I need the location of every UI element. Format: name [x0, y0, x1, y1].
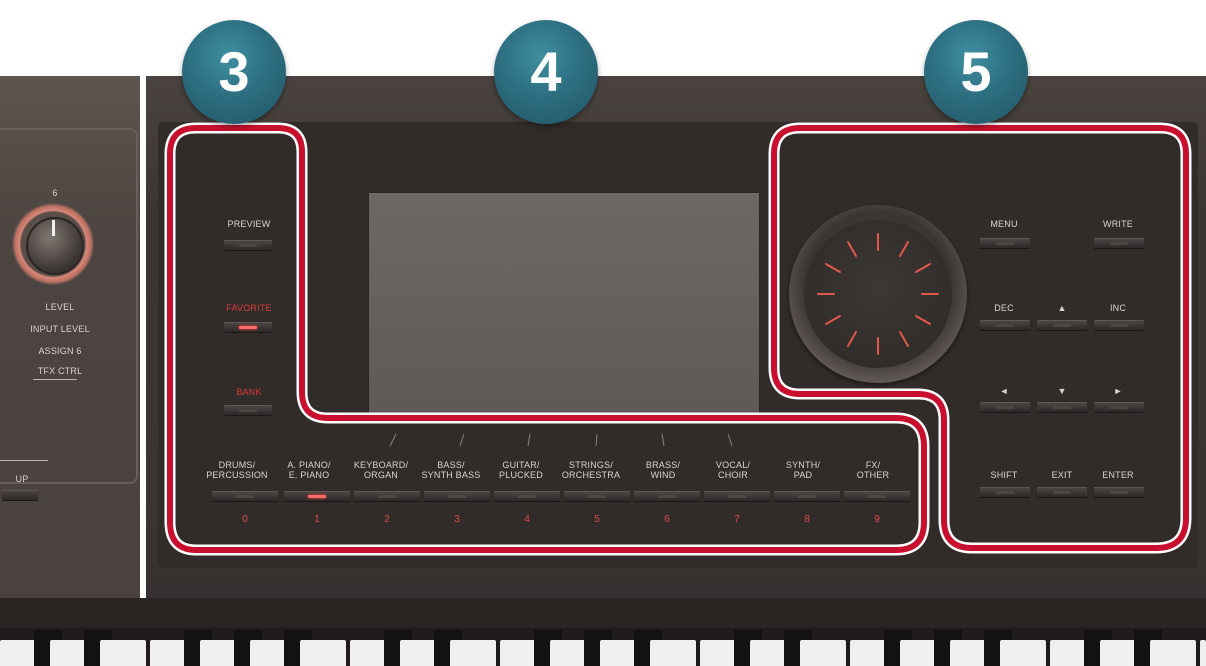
section-5-outline-red [771, 125, 1189, 551]
white-key[interactable] [300, 640, 346, 666]
callout-badge-5: 5 [924, 20, 1028, 124]
white-key[interactable] [450, 640, 496, 666]
white-key[interactable] [1150, 640, 1196, 666]
white-key[interactable] [650, 640, 696, 666]
highlight-outlines [164, 122, 1192, 556]
callout-badge-3: 3 [182, 20, 286, 124]
callout-badge-4: 4 [494, 20, 598, 124]
section-5-outline [768, 122, 1192, 554]
white-key[interactable] [800, 640, 846, 666]
white-key[interactable] [100, 640, 146, 666]
section-3-outline [164, 122, 930, 556]
white-key[interactable] [1200, 640, 1206, 666]
white-key[interactable] [1000, 640, 1046, 666]
section-3-outline-red [167, 125, 927, 553]
